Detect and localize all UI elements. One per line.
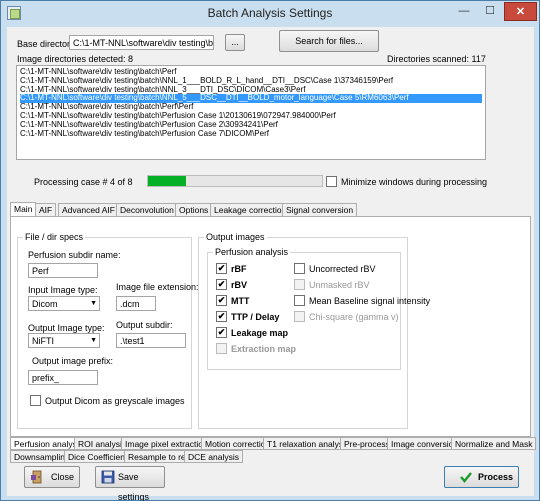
input-image-type-select[interactable]: Dicom ▼ bbox=[28, 296, 100, 311]
tab-dice-coefficient[interactable]: Dice Coefficient bbox=[64, 450, 132, 463]
perfusion-subdir-input[interactable]: Perf bbox=[28, 263, 98, 278]
base-directory-input[interactable]: C:\1-MT-NNL\software\div testing\batch bbox=[69, 35, 214, 50]
perfusion-analysis-group: Perfusion analysis ✔ rBF ✔ rBV ✔ MTT ✔ TTP / De… bbox=[207, 247, 430, 370]
directory-list-item[interactable]: C:\1-MT-NNL\software\div testing\batch\N… bbox=[20, 86, 482, 95]
directory-list-item[interactable]: C:\1-MT-NNL\software\div testing\batch\P… bbox=[20, 103, 482, 112]
output-subdir-label: Output subdir: bbox=[116, 320, 173, 330]
output-unmasked-rbv-checkbox bbox=[294, 279, 305, 290]
greyscale-checkbox[interactable] bbox=[30, 395, 41, 406]
directory-list-item[interactable]: C:\1-MT-NNL\software\div testing\batch\P… bbox=[20, 68, 482, 77]
output-option-label: rBF bbox=[231, 264, 247, 274]
tab-resample-to-ref[interactable]: Resample to ref bbox=[124, 450, 192, 463]
directory-list-item[interactable]: C:\1-MT-NNL\software\div testing\batch\P… bbox=[20, 130, 482, 139]
image-extension-label: Image file extension: bbox=[116, 282, 199, 292]
output-option-label: Unmasked rBV bbox=[309, 280, 370, 290]
processing-status-text: Processing case # 4 of 8 bbox=[34, 177, 133, 187]
directory-list[interactable]: C:\1-MT-NNL\software\div testing\batch\P… bbox=[16, 65, 486, 160]
close-window-button[interactable]: ✕ bbox=[504, 2, 537, 21]
directories-detected-text: Image directories detected: 8 bbox=[17, 54, 134, 64]
exit-door-icon bbox=[31, 470, 42, 484]
input-image-type-value: Dicom bbox=[32, 299, 58, 309]
save-settings-button[interactable]: Save settings bbox=[95, 466, 165, 501]
greyscale-label: Output Dicom as greyscale images bbox=[45, 396, 185, 406]
output-leakage-map-checkbox[interactable]: ✔ bbox=[216, 327, 227, 338]
output-images-group: Output images Perfusion analysis ✔ rBF ✔ rB… bbox=[198, 232, 430, 429]
directory-list-item[interactable]: C:\1-MT-NNL\software\div testing\batch\N… bbox=[20, 94, 482, 104]
minimize-windows-label: Minimize windows during processing bbox=[341, 177, 488, 187]
directory-list-item[interactable]: C:\1-MT-NNL\software\div testing\batch\P… bbox=[20, 121, 482, 130]
output-image-type-label: Output Image type: bbox=[28, 323, 105, 333]
output-mtt-checkbox[interactable]: ✔ bbox=[216, 295, 227, 306]
minimize-windows-checkbox[interactable] bbox=[326, 176, 337, 187]
file-dir-specs-title: File / dir specs bbox=[23, 232, 86, 242]
close-button[interactable]: Close bbox=[24, 466, 80, 488]
title-bar[interactable]: Batch Analysis Settings — ☐ ✕ bbox=[1, 1, 539, 25]
main-tab-panel: File / dir specs Perfusion subdir name: … bbox=[10, 216, 531, 437]
floppy-disk-icon bbox=[101, 470, 115, 484]
tab-image-pixel-extraction[interactable]: Image pixel extraction bbox=[121, 437, 212, 450]
directory-list-item[interactable]: C:\1-MT-NNL\software\div testing\batch\P… bbox=[20, 112, 482, 121]
output-uncorrected-rbv-checkbox[interactable] bbox=[294, 263, 305, 274]
output-ttp-delay-checkbox[interactable]: ✔ bbox=[216, 311, 227, 322]
progress-bar bbox=[147, 175, 323, 187]
output-option-label: MTT bbox=[231, 296, 250, 306]
tab-main[interactable]: Main bbox=[10, 202, 37, 216]
green-checkmark-icon bbox=[460, 472, 472, 483]
tab-options[interactable]: Options bbox=[175, 203, 213, 216]
search-files-button[interactable]: Search for files... bbox=[279, 30, 379, 52]
output-option-label: Chi-square (gamma v) bbox=[309, 312, 399, 322]
browse-button[interactable]: ... bbox=[225, 34, 245, 51]
output-chi-square-gamma-v--checkbox bbox=[294, 311, 305, 322]
chevron-down-icon: ▼ bbox=[90, 300, 97, 307]
save-settings-label: Save settings bbox=[118, 472, 150, 501]
minimize-button[interactable]: — bbox=[451, 2, 477, 21]
top-tab-strip: Main AIF Advanced AIF Deconvolution Options L… bbox=[10, 202, 531, 216]
output-option-label: TTP / Delay bbox=[231, 312, 280, 322]
output-option-label: Uncorrected rBV bbox=[309, 264, 376, 274]
output-rbv-checkbox[interactable]: ✔ bbox=[216, 279, 227, 290]
output-image-type-select[interactable]: NiFTI ▼ bbox=[28, 333, 100, 348]
input-image-type-label: Input Image type: bbox=[28, 285, 98, 295]
output-option-label: Mean Baseline signal intensity bbox=[309, 296, 431, 306]
output-subdir-input[interactable]: .\test1 bbox=[116, 333, 186, 348]
output-prefix-label: Output image prefix: bbox=[32, 356, 114, 366]
output-prefix-input[interactable]: prefix_ bbox=[28, 370, 98, 385]
file-dir-specs-group: File / dir specs Perfusion subdir name: … bbox=[17, 232, 199, 429]
tab-advanced-aif[interactable]: Advanced AIF bbox=[58, 203, 119, 216]
batch-analysis-window: Batch Analysis Settings — ☐ ✕ Base direc… bbox=[0, 0, 540, 501]
output-mean-baseline-signal-intensity-checkbox[interactable] bbox=[294, 295, 305, 306]
process-button-label: Process bbox=[478, 472, 514, 482]
tab-dce-analysis[interactable]: DCE analysis bbox=[184, 450, 244, 463]
directories-scanned-text: Directories scanned: 117 bbox=[387, 54, 486, 64]
output-extraction-map-checkbox bbox=[216, 343, 227, 354]
tab-pre-process[interactable]: Pre-process bbox=[340, 437, 394, 450]
output-option-label: rBV bbox=[231, 280, 248, 290]
tab-normalize-and-mask[interactable]: Normalize and Mask bbox=[451, 437, 537, 450]
tab-deconvolution[interactable]: Deconvolution bbox=[116, 203, 178, 216]
image-extension-input[interactable]: .dcm bbox=[116, 296, 156, 311]
process-button[interactable]: Process bbox=[444, 466, 519, 488]
perfusion-subdir-label: Perfusion subdir name: bbox=[28, 250, 121, 260]
chevron-down-icon: ▼ bbox=[90, 337, 97, 344]
output-option-label: Leakage map bbox=[231, 328, 289, 338]
output-images-title: Output images bbox=[204, 232, 267, 242]
output-option-label: Extraction map bbox=[231, 344, 297, 354]
maximize-button[interactable]: ☐ bbox=[477, 2, 503, 21]
output-image-type-value: NiFTI bbox=[32, 336, 54, 346]
close-button-label: Close bbox=[51, 472, 75, 482]
perfusion-analysis-title: Perfusion analysis bbox=[213, 247, 291, 257]
tab-aif[interactable]: AIF bbox=[35, 203, 57, 216]
progress-fill bbox=[148, 176, 187, 186]
output-rbf-checkbox[interactable]: ✔ bbox=[216, 263, 227, 274]
tab-signal-conversion[interactable]: Signal conversion bbox=[282, 203, 358, 216]
tab-leakage-correction[interactable]: Leakage correction bbox=[210, 203, 291, 216]
client-area: Base directory: C:\1-MT-NNL\software\div… bbox=[7, 27, 537, 501]
directory-list-item[interactable]: C:\1-MT-NNL\software\div testing\batch\N… bbox=[20, 77, 482, 86]
